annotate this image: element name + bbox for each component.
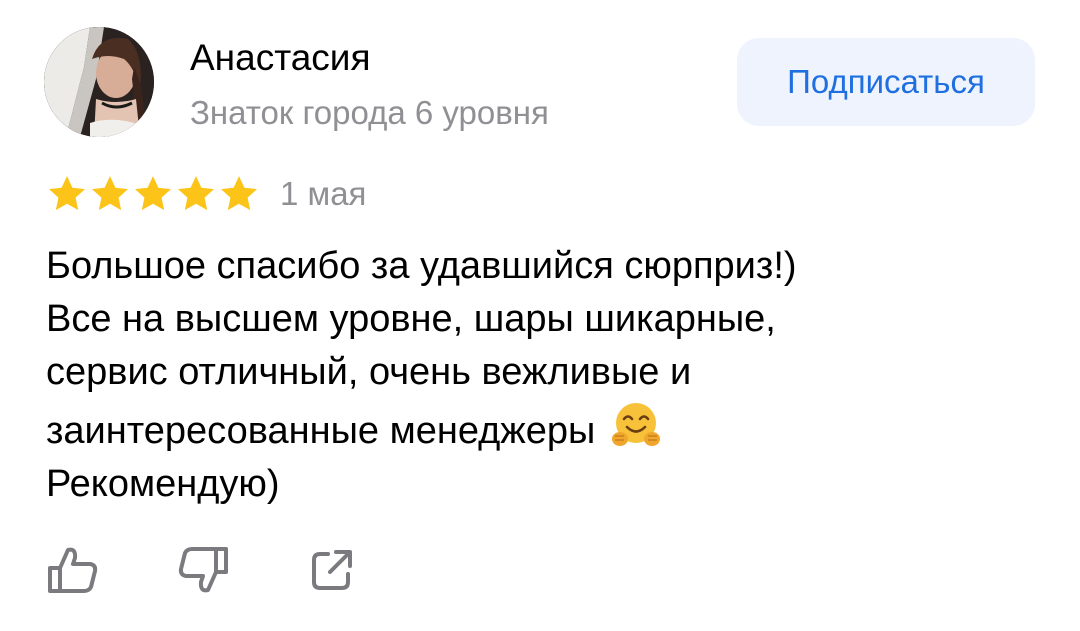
review-text-line-with-emoji: заинтересованные менеджеры xyxy=(46,399,1036,458)
review-text-line: Большое спасибо за удавшийся сюрприз!) xyxy=(46,245,797,287)
review-date: 1 мая xyxy=(280,175,367,212)
rating-row: 1 мая xyxy=(46,172,366,216)
share-button[interactable] xyxy=(308,542,366,598)
star-icon xyxy=(134,176,172,211)
review-text-line: сервис отличный, очень вежливые и xyxy=(46,351,692,393)
star-icon xyxy=(91,176,129,211)
thumbs-up-icon xyxy=(48,547,98,593)
review-text-line: Все на высшем уровне, шары шикарные, xyxy=(46,298,776,340)
review-text-line: Рекомендую) xyxy=(46,463,280,505)
subscribe-button[interactable]: Подписаться xyxy=(737,38,1035,126)
review-actions xyxy=(46,542,366,598)
author-level: Знаток города 6 уровня xyxy=(190,94,549,131)
thumbs-down-icon xyxy=(178,547,228,593)
hugging-face-emoji xyxy=(611,403,660,446)
review-text-line: заинтересованные менеджеры xyxy=(46,410,596,452)
star-icon xyxy=(220,176,258,211)
star-icon xyxy=(177,176,215,211)
avatar[interactable] xyxy=(44,27,154,137)
author-name[interactable]: Анастасия xyxy=(190,36,371,80)
star-icon xyxy=(48,176,86,211)
review-card: Анастасия Знаток города 6 уровня Подписа… xyxy=(0,0,1080,631)
rating-stars xyxy=(46,173,260,215)
user-photo xyxy=(44,27,154,137)
like-button[interactable] xyxy=(46,542,104,598)
dislike-button[interactable] xyxy=(176,542,234,598)
share-icon xyxy=(312,550,352,590)
review-text: Большое спасибо за удавшийся сюрприз!) В… xyxy=(46,240,1036,511)
